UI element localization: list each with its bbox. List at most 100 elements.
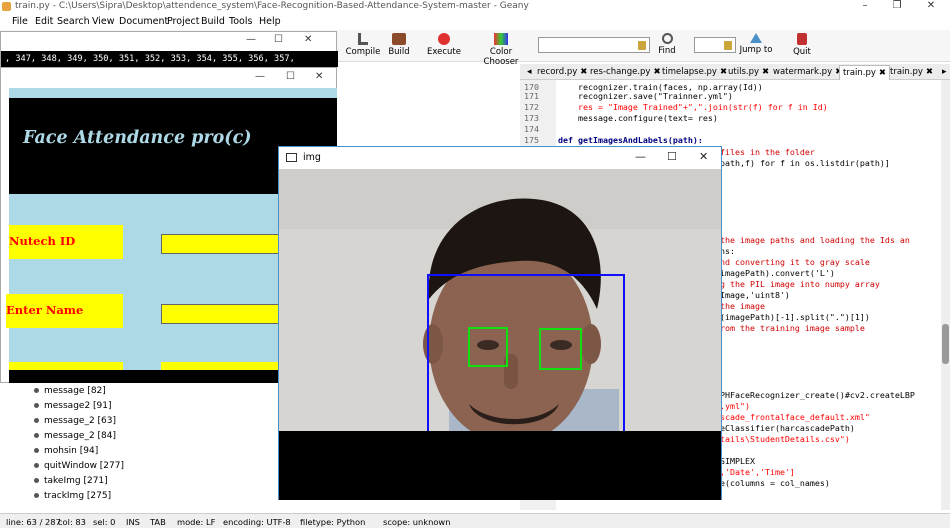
face-detection-box — [427, 274, 625, 431]
code-line: message.configure(text= res) — [558, 113, 718, 123]
tab-utils[interactable]: utils.py ✖ — [725, 65, 772, 80]
code-fragment: e(columns = col_names) — [720, 478, 830, 488]
maximize-icon[interactable]: ☐ — [274, 34, 283, 45]
code-lines: recognizer.train(faces, np.array(Id)) re… — [558, 80, 828, 146]
code-fragment: .yml") — [720, 401, 750, 411]
line-number: 170 — [524, 82, 539, 92]
tab-close-icon[interactable]: ✖ — [926, 67, 933, 77]
symbol-item[interactable]: message2 [91] — [34, 401, 112, 414]
symbol-item[interactable]: mohsin [94] — [34, 446, 98, 459]
symbol-dot-icon — [34, 478, 39, 483]
find-button[interactable]: Find — [654, 32, 680, 60]
minimize-icon[interactable]: — — [635, 150, 646, 163]
code-fragment: scade_frontalface_default.xml" — [720, 412, 870, 422]
compile-button[interactable]: Compile — [345, 32, 381, 60]
jump-to-line-input[interactable] — [694, 37, 736, 53]
build-button[interactable]: Build — [384, 32, 414, 60]
find-icon — [661, 33, 673, 44]
code-fragment: Image,'uint8') — [720, 290, 790, 300]
close-icon[interactable]: ✕ — [304, 34, 312, 45]
build-icon — [392, 33, 406, 45]
menu-document[interactable]: Document — [119, 16, 168, 27]
code-fragment: tails\StudentDetails.csv") — [720, 434, 850, 444]
camera-black-bar — [279, 431, 721, 500]
img-window-title: img — [303, 152, 321, 163]
line-number: 174 — [524, 124, 539, 134]
symbol-item[interactable]: takeImg [271] — [34, 476, 108, 489]
clear-icon[interactable] — [638, 41, 646, 50]
tab-train[interactable]: train.py ✖ — [887, 65, 936, 80]
color-chooser-button[interactable]: Color Chooser — [472, 32, 530, 67]
menu-tools[interactable]: Tools — [229, 16, 252, 27]
geany-app-icon — [2, 2, 11, 11]
status-bar: line: 63 / 287 col: 83 sel: 0 INS TAB mo… — [0, 513, 950, 528]
jump-to-button[interactable]: Jump to — [739, 32, 773, 60]
menu-search[interactable]: Search — [57, 16, 90, 27]
minimize-icon[interactable]: – — [850, 0, 880, 14]
close-icon[interactable]: ✕ — [916, 0, 946, 14]
menu-project[interactable]: Project — [167, 16, 200, 27]
minimize-icon[interactable]: — — [255, 71, 265, 82]
quit-icon — [797, 33, 807, 45]
status-filetype: filetype: Python — [300, 517, 366, 527]
code-fragment: (imagePath)[-1].split(".")[1]) — [720, 312, 870, 322]
camera-feed — [279, 169, 721, 431]
tab-train-active[interactable]: train.py ✖ — [839, 65, 891, 80]
editor-scrollbar[interactable] — [941, 80, 950, 510]
search-input[interactable] — [538, 37, 650, 53]
code-fragment: g the PIL image into numpy array — [720, 279, 880, 289]
menu-file[interactable]: File — [12, 16, 28, 27]
code-fragment: nd converting it to gray scale — [720, 257, 870, 267]
window-image-icon — [286, 153, 297, 162]
symbol-item[interactable]: trackImg [275] — [34, 491, 111, 504]
line-number: 175 — [524, 135, 539, 145]
close-icon[interactable]: ✕ — [315, 71, 323, 82]
tab-watermark[interactable]: watermark.py✖ — [770, 65, 845, 80]
console-window: — ☐ ✕ , 347, 348, 349, 350, 351, 352, 35… — [0, 31, 338, 67]
status-scope: scope: unknown — [383, 517, 451, 527]
code-fragment: imagePath).convert('L') — [720, 268, 835, 278]
tab-close-icon[interactable]: ✖ — [879, 68, 886, 78]
code-fragment: SIMPLEX — [720, 456, 755, 466]
restore-icon[interactable]: ❐ — [882, 0, 912, 14]
maximize-icon[interactable]: ☐ — [667, 150, 677, 163]
tab-scroll-right-icon[interactable]: ▸ — [939, 65, 950, 80]
code-line: res = "Image Trained"+",".join(str(f) fo… — [558, 102, 828, 112]
status-sel: sel: 0 — [93, 517, 116, 527]
line-number: 172 — [524, 102, 539, 112]
menu-view[interactable]: View — [92, 16, 115, 27]
quit-button[interactable]: Quit — [790, 32, 814, 60]
tab-record[interactable]: record.py ✖ — [534, 65, 590, 80]
status-mode: mode: LF — [177, 517, 216, 527]
execute-button[interactable]: Execute — [427, 32, 461, 60]
app-heading: Face Attendance pro(c) — [23, 128, 252, 148]
next-label-partial — [9, 362, 123, 370]
scrollbar-thumb[interactable] — [942, 324, 949, 364]
menu-help[interactable]: Help — [259, 16, 281, 27]
camera-img-window: img — ☐ ✕ — [278, 146, 722, 500]
tab-close-icon[interactable]: ✖ — [762, 67, 769, 77]
left-eye-detection-box — [468, 327, 508, 367]
symbol-item[interactable]: message_2 [63] — [34, 416, 116, 429]
tab-timelapse[interactable]: timelapse.py ✖ — [659, 65, 730, 80]
close-icon[interactable]: ✕ — [699, 150, 708, 163]
symbol-item[interactable]: message_2 [84] — [34, 431, 116, 444]
tab-scroll-left-icon[interactable]: ◂ — [524, 65, 535, 80]
symbol-item[interactable]: message [82] — [34, 386, 106, 399]
tab-res-change[interactable]: res-change.py ✖ — [587, 65, 664, 80]
code-line: recognizer.save("Trainner.yml") — [558, 91, 733, 101]
symbol-item[interactable]: quitWindow [277] — [34, 461, 124, 474]
symbol-dot-icon — [34, 433, 39, 438]
status-line: line: 63 / 287 — [6, 517, 61, 527]
code-fragment: the image — [720, 301, 765, 311]
editor-tabs: ◂ record.py ✖ res-change.py ✖ timelapse.py… — [520, 64, 950, 80]
code-fragment: path,f) for f in os.listdir(path)] — [720, 158, 890, 168]
minimize-icon[interactable]: — — [246, 34, 256, 45]
menu-build[interactable]: Build — [201, 16, 225, 27]
code-line: recognizer.train(faces, np.array(Id)) — [558, 82, 763, 92]
status-ins: INS — [126, 517, 140, 527]
maximize-icon[interactable]: ☐ — [286, 71, 295, 82]
menu-edit[interactable]: Edit — [35, 16, 53, 27]
clear-icon[interactable] — [724, 41, 732, 50]
